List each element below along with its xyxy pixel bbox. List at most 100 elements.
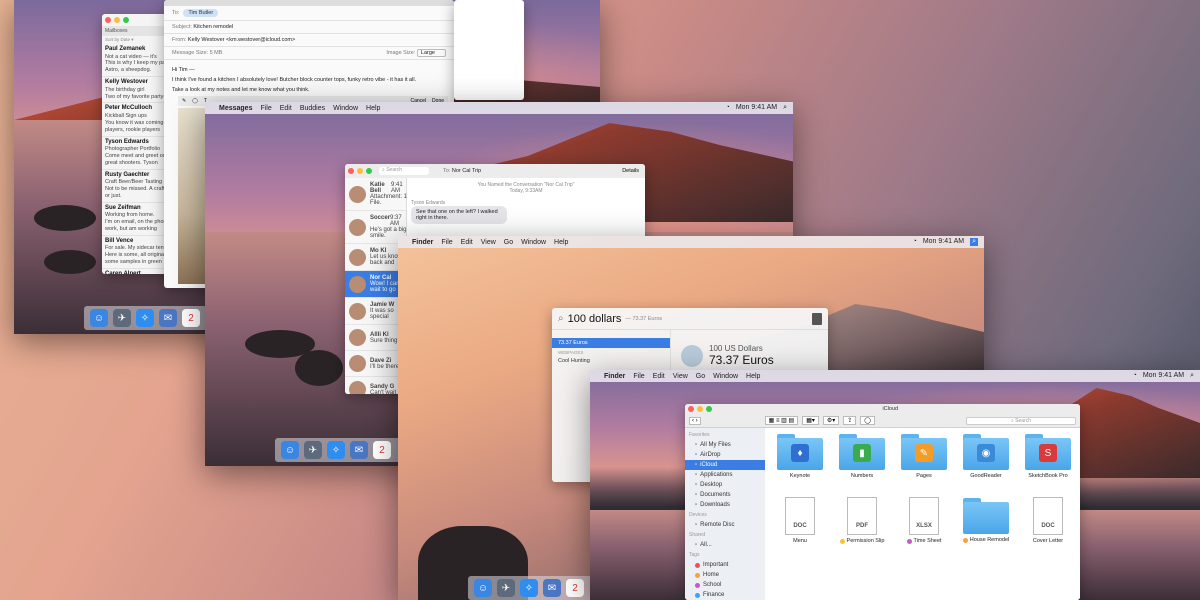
clock[interactable]: Mon 9:41 AM [1143,372,1184,380]
spotlight-input[interactable]: 100 dollars [568,313,622,325]
menu-item-edit[interactable]: Edit [280,105,292,112]
sidebar-item-downloads[interactable]: ▫ Downloads [685,500,765,510]
arrange-button[interactable]: ▦▾ [802,416,819,425]
sidebar-item-all-[interactable]: ▫ All... [685,540,765,550]
spotlight-icon[interactable]: ⌕ [783,104,787,112]
file-item[interactable]: ♦ Keynote [769,430,831,494]
spotlight-icon[interactable]: ⌕ [970,238,978,246]
body-greeting[interactable]: Hi Tim — [172,66,446,76]
safari-icon[interactable]: ✧ [520,579,538,597]
menu-item-help[interactable]: Help [746,373,760,380]
wifi-icon[interactable]: ◔ [1133,372,1137,380]
spotlight-icon[interactable]: ⌕ [1190,372,1194,380]
from-field[interactable]: Kelly Westover <km.westover@icloud.com> [188,37,295,43]
menu-item-finder[interactable]: Finder [412,239,433,246]
conversation-row[interactable]: Katie Bell 9:41 AM Attachment: 1 File. [345,178,407,211]
conversation-row[interactable]: Nor Cal Wow! I can't wait to go [345,271,406,298]
menu-item-finder[interactable]: Finder [604,373,625,380]
wifi-icon[interactable]: ◔ [913,238,917,246]
web-result-row[interactable]: Cool Hunting [552,357,670,365]
sidebar-item-remote-disc[interactable]: ▫ Remote Disc [685,520,765,530]
menu-item-file[interactable]: File [633,373,644,380]
mail-icon[interactable]: ✉ [159,309,177,327]
menu-item-window[interactable]: Window [713,373,738,380]
file-item[interactable]: PDF Permission Slip [831,494,893,558]
launchpad-icon[interactable]: ✈ [497,579,515,597]
mail-icon[interactable]: ✉ [543,579,561,597]
clock[interactable]: Mon 9:41 AM [923,238,964,246]
file-item[interactable]: DOC Cover Letter [1017,494,1079,558]
menu-item-view[interactable]: View [673,373,688,380]
conversation-row[interactable]: Allli Kl Sure thing [345,325,406,351]
traffic-lights[interactable] [685,404,715,415]
sidebar-item-all-my-files[interactable]: ▫ All My Files [685,440,765,450]
view-icon-button[interactable]: ▦ ≡ ▥ ▤ [764,416,799,425]
search-field[interactable]: ⌕ Search [966,416,1076,425]
sidebar-item-home[interactable]: Home [685,570,765,580]
safari-icon[interactable]: ✧ [136,309,154,327]
shape-icon[interactable]: ◯ [192,98,198,104]
conversation-row[interactable]: Jamie W It was so special [345,298,406,325]
menu-item-go[interactable]: Go [504,239,513,246]
sidebar-item-important[interactable]: Important [685,560,765,570]
finder-icon[interactable]: ☺ [281,441,299,459]
share-button[interactable]: ⇪ [843,416,857,425]
menu-item-help[interactable]: Help [366,105,380,112]
body-line[interactable]: Take a look at my notes and let me know … [172,86,446,96]
file-item[interactable]: ✎ Pages [893,430,955,494]
sidebar-item-documents[interactable]: ▫ Documents [685,490,765,500]
file-item[interactable]: S SketchBook Pro [1017,430,1079,494]
to-field[interactable]: Nor Cal Trip [452,168,481,174]
file-item[interactable]: XLSX Time Sheet [893,494,955,558]
back-button[interactable]: ‹ › [689,416,701,425]
action-button[interactable]: ⚙▾ [822,416,840,425]
details-button[interactable]: Details [622,168,639,174]
menu-item-buddies[interactable]: Buddies [300,105,325,112]
clock[interactable]: Mon 9:41 AM [736,104,777,112]
sidebar-item-airdrop[interactable]: ▫ AirDrop [685,450,765,460]
calendar-icon[interactable]: 2 [182,309,200,327]
safari-icon[interactable]: ✧ [327,441,345,459]
calendar-icon[interactable]: 2 [373,441,391,459]
body-line[interactable]: I think I've found a kitchen I absolutel… [172,76,446,86]
launchpad-icon[interactable]: ✈ [304,441,322,459]
file-item[interactable]: ◉ GoodReader [955,430,1017,494]
menu-item-go[interactable]: Go [696,373,705,380]
sidebar-item-finance[interactable]: Finance [685,590,765,600]
conversation-row[interactable]: Dave Zi I'll be there [345,351,406,377]
wifi-icon[interactable]: ◔ [726,104,730,112]
to-token[interactable]: Tim Butler [183,9,219,17]
sidebar-item-icloud[interactable]: ▫ iCloud [685,460,765,470]
image-size-select[interactable]: Large [416,49,446,57]
file-item[interactable]: House Remodel [955,494,1017,558]
menu-item-help[interactable]: Help [554,239,568,246]
sidebar-item-applications[interactable]: ▫ Applications [685,470,765,480]
search-field[interactable]: ⌕ Search [379,167,429,175]
pen-icon[interactable]: ✎ [182,98,186,104]
traffic-lights[interactable] [345,165,375,177]
file-item[interactable]: DOC Menu [769,494,831,558]
menu-item-window[interactable]: Window [333,105,358,112]
file-item[interactable]: ▮ Numbers [831,430,893,494]
tag-button[interactable]: ◯ [860,416,876,425]
menu-item-messages[interactable]: Messages [219,105,252,112]
conversation-row[interactable]: Mo Kl Let us know back and [345,244,406,271]
conversation-row[interactable]: Sandy G Can't wait [345,377,406,394]
menu-item-window[interactable]: Window [521,239,546,246]
message-bubble[interactable]: See that one on the left? I walked right… [411,206,507,224]
menu-item-file[interactable]: File [441,239,452,246]
menu-item-view[interactable]: View [481,239,496,246]
sidebar-item-school[interactable]: School [685,580,765,590]
mail-icon[interactable]: ✉ [350,441,368,459]
menu-item-edit[interactable]: Edit [653,373,665,380]
subject-field[interactable]: Kitchen remodel [193,24,233,30]
launchpad-icon[interactable]: ✈ [113,309,131,327]
conversation-row[interactable]: Soccer 9:37 AM He's got a big smile. [345,211,407,244]
calendar-icon[interactable]: 2 [566,579,584,597]
menu-item-edit[interactable]: Edit [461,239,473,246]
menu-item-file[interactable]: File [260,105,271,112]
sidebar-item-desktop[interactable]: ▫ Desktop [685,480,765,490]
finder-icon[interactable]: ☺ [474,579,492,597]
top-hit-row[interactable]: 73.37 Euros [552,338,670,348]
finder-icon[interactable]: ☺ [90,309,108,327]
